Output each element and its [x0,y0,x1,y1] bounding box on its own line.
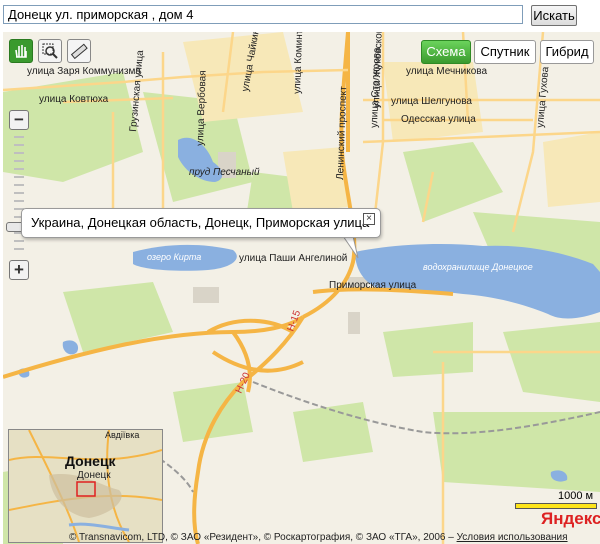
mode-satellite-button[interactable]: Спутник [474,40,536,64]
zoom-in-button[interactable]: + [9,260,29,280]
label-street-gruzinskaya: Грузинская улица [128,49,146,132]
ruler-tool-button[interactable] [67,39,91,63]
label-pond: пруд Песчаный [189,167,260,178]
copyright-text: © Transnavicom, LTD, © ЗАО «Резидент», ©… [69,532,568,543]
zoom-out-button[interactable]: − [9,110,29,130]
copyright-notice: © Transnavicom, LTD, © ЗАО «Резидент», ©… [69,532,457,543]
mode-hybrid-button[interactable]: Гибрид [540,40,594,64]
overview-minimap[interactable]: Авдіївка Донецк Донецк [8,429,163,543]
yandex-logo: Яндекс [541,509,600,528]
label-street-pashi: улица Паши Ангелиной [239,253,347,264]
search-button[interactable]: Искать [531,5,577,26]
minimap-label-city: Донецк [65,453,117,469]
label-street-zarya: улица Заря Коммунизма [27,66,141,77]
hand-icon [15,45,27,58]
label-street-shelgunova: улица Шелгунова [391,96,472,107]
balloon-close-icon[interactable]: × [363,213,375,225]
label-street-gukhova: улица Гухова [535,66,551,128]
zoom-tool-button[interactable] [38,39,62,63]
label-lake-kirta: озеро Кирта [147,252,201,262]
minimap-label-avdeevka: Авдіївка [105,430,139,440]
label-street-leninsky: Ленинский проспект [335,86,349,180]
search-input[interactable] [3,5,523,24]
terms-link[interactable]: Условия использования [457,532,568,543]
minimap-label-city-small: Донецк [77,470,111,481]
search-bar: Искать [0,0,600,30]
label-street-primorskaya: Приморская улица [329,280,417,291]
scale-label: 1000 м [558,490,594,502]
minimap-canvas: Авдіївка Донецк Донецк [9,430,162,542]
label-street-stolyarova: улица Столярова [369,47,383,128]
label-reservoir: водохранилище Донецкое [423,262,533,272]
hand-tool-button[interactable] [9,39,33,63]
label-street-odesskaya: Одесская улица [401,114,476,125]
zoom-track[interactable] [14,132,24,258]
label-street-kominterna: улица Коминтерна [292,32,306,94]
map-viewport[interactable]: улица Заря Коммунизма улица Ковтюха Груз… [3,32,600,544]
mode-scheme-button[interactable]: Схема [421,40,471,64]
zoom-control: − + [6,110,30,280]
ruler-icon [70,43,88,60]
magnifier-icon [42,43,58,59]
label-street-kovtyukha: улица Ковтюха [39,94,109,105]
address-balloon: Украина, Донецкая область, Донецк, Примо… [21,208,381,238]
balloon-address-text: Украина, Донецкая область, Донецк, Примо… [31,215,370,230]
label-street-mechnikova: улица Мечникова [406,66,488,77]
